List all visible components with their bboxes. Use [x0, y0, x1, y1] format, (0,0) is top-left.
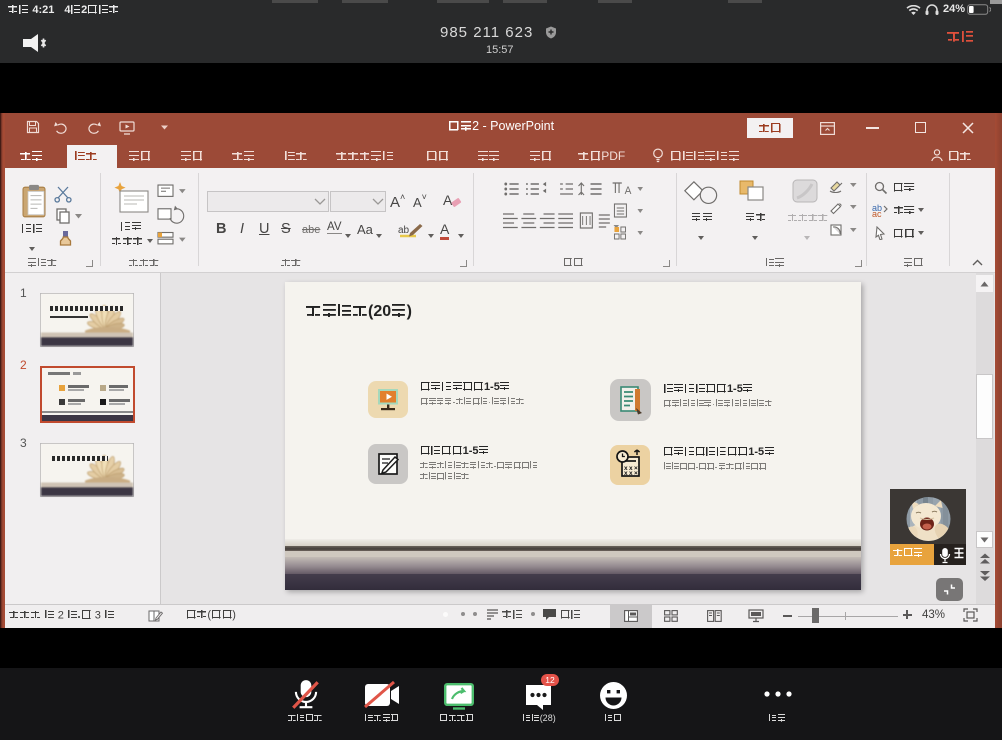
- svg-text:A: A: [443, 192, 453, 208]
- svg-text:x: x: [624, 470, 628, 477]
- svg-text:A: A: [625, 185, 633, 197]
- svg-text:×: ×: [634, 470, 638, 477]
- svg-text:ab: ab: [398, 225, 410, 236]
- svg-text:ac: ac: [872, 209, 882, 217]
- svg-text:x: x: [629, 470, 633, 477]
